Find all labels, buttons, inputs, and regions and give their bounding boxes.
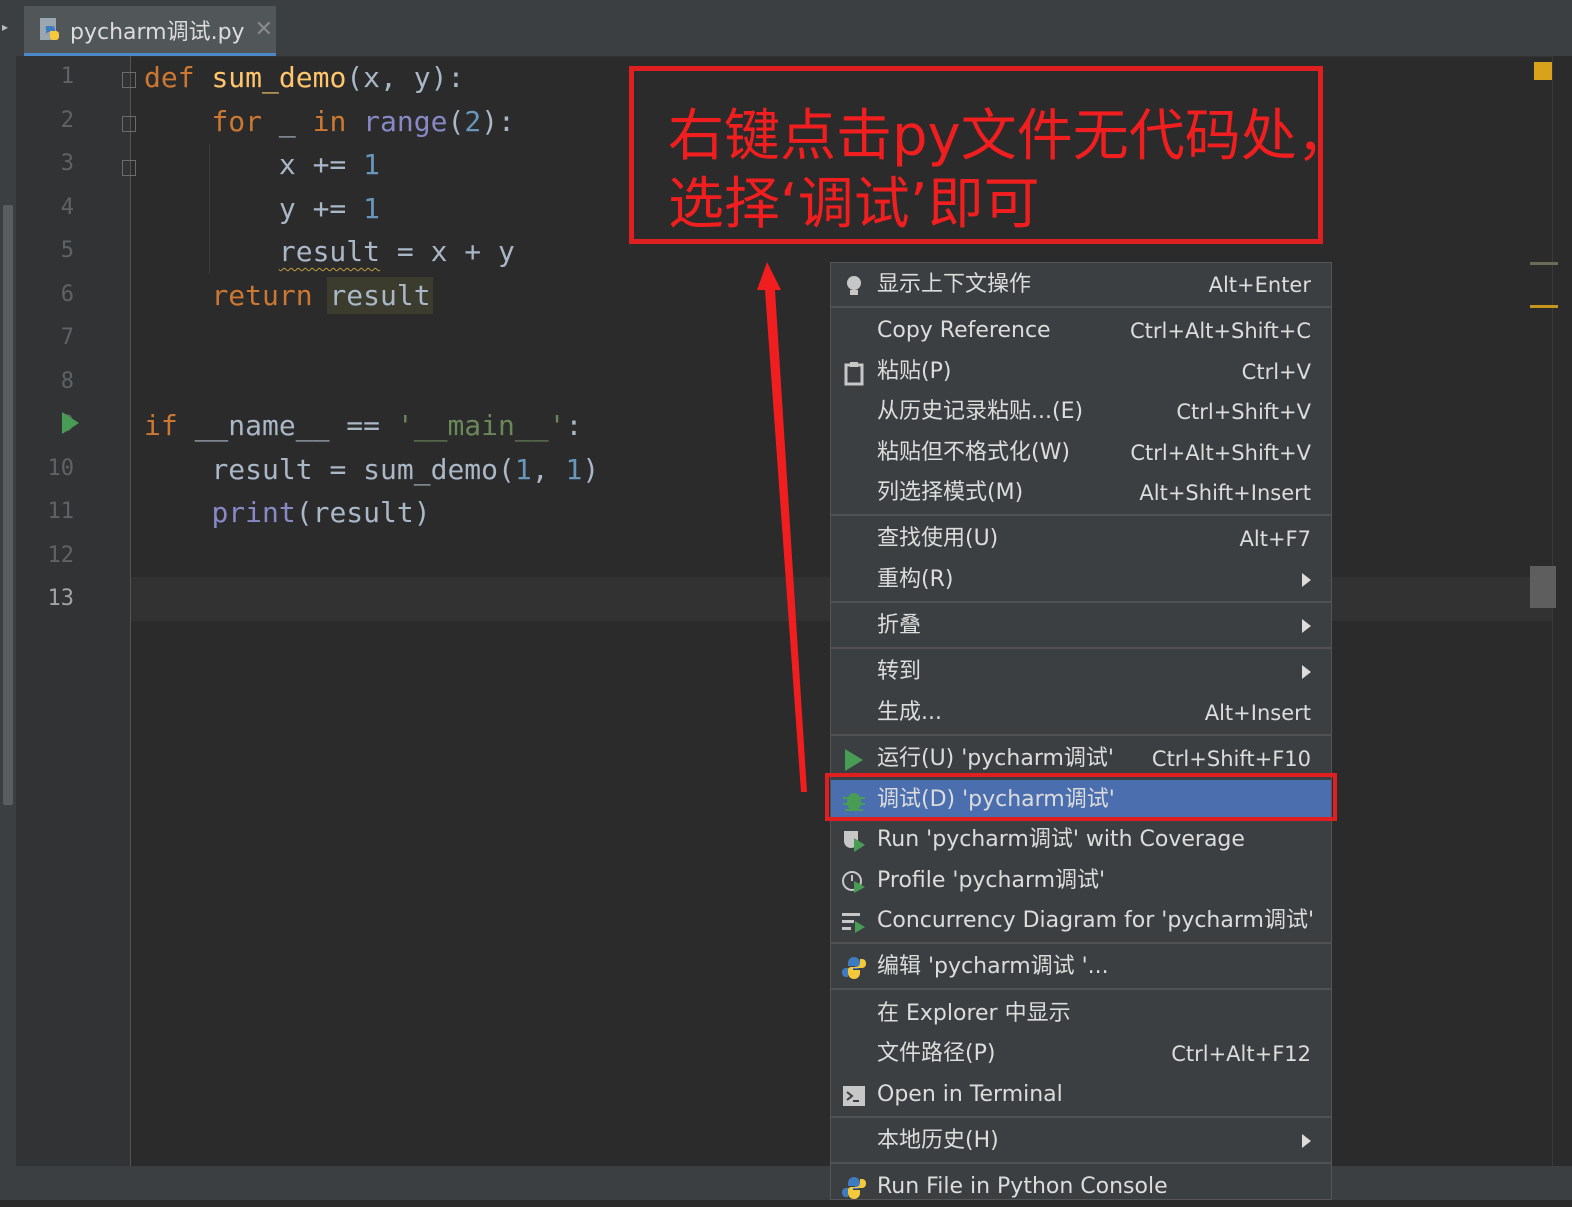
menu-item-folding[interactable]: 折叠 xyxy=(831,606,1331,646)
submenu-arrow-icon xyxy=(1302,1134,1311,1148)
menu-item-find-usages[interactable]: 查找使用(U) Alt+F7 xyxy=(831,519,1331,559)
profile-icon xyxy=(841,869,867,895)
menu-item-show-context-actions[interactable]: 显示上下文操作 Alt+Enter xyxy=(831,265,1331,305)
submenu-arrow-icon xyxy=(1302,619,1311,633)
menu-item-column-selection[interactable]: 列选择模式(M) Alt+Shift+Insert xyxy=(831,473,1331,513)
terminal-icon xyxy=(841,1083,867,1109)
annotation-arrow xyxy=(757,262,807,792)
editor-context-menu: 显示上下文操作 Alt+Enter Copy Reference Ctrl+Al… xyxy=(830,262,1332,1200)
menu-item-open-in-terminal[interactable]: Open in Terminal xyxy=(831,1075,1331,1115)
submenu-arrow-icon xyxy=(1302,665,1311,679)
annotation-highlight-box xyxy=(825,773,1337,821)
menu-separator xyxy=(831,514,1331,516)
menu-separator xyxy=(831,1162,1331,1164)
lightbulb-icon xyxy=(841,273,867,299)
menu-item-edit-configuration[interactable]: 编辑 'pycharm调试 '... xyxy=(831,947,1331,987)
menu-item-file-path[interactable]: 文件路径(P) Ctrl+Alt+F12 xyxy=(831,1034,1331,1074)
menu-item-local-history[interactable]: 本地历史(H) xyxy=(831,1121,1331,1161)
python-console-icon xyxy=(841,1175,867,1201)
menu-item-generate[interactable]: 生成... Alt+Insert xyxy=(831,693,1331,733)
menu-item-refactor[interactable]: 重构(R) xyxy=(831,560,1331,600)
menu-item-paste-from-history[interactable]: 从历史记录粘贴...(E) Ctrl+Shift+V xyxy=(831,392,1331,432)
menu-item-paste-plain[interactable]: 粘贴但不格式化(W) Ctrl+Alt+Shift+V xyxy=(831,433,1331,473)
menu-item-concurrency-diagram[interactable]: Concurrency Diagram for 'pycharm调试' xyxy=(831,901,1331,941)
menu-item-copy-reference[interactable]: Copy Reference Ctrl+Alt+Shift+C xyxy=(831,311,1331,351)
menu-item-run-with-coverage[interactable]: Run 'pycharm调试' with Coverage xyxy=(831,820,1331,860)
concurrency-icon xyxy=(841,909,867,935)
menu-separator xyxy=(831,942,1331,944)
menu-item-show-in-explorer[interactable]: 在 Explorer 中显示 xyxy=(831,994,1331,1034)
menu-item-profile[interactable]: Profile 'pycharm调试' xyxy=(831,861,1331,901)
clipboard-icon xyxy=(841,360,867,386)
menu-separator xyxy=(831,734,1331,736)
menu-separator xyxy=(831,601,1331,603)
menu-separator xyxy=(831,1116,1331,1118)
menu-separator xyxy=(831,988,1331,990)
run-icon xyxy=(841,747,867,773)
menu-item-run-file-in-console[interactable]: Run File in Python Console xyxy=(831,1167,1331,1207)
menu-separator xyxy=(831,306,1331,308)
submenu-arrow-icon xyxy=(1302,573,1311,587)
menu-item-goto[interactable]: 转到 xyxy=(831,652,1331,692)
menu-item-paste[interactable]: 粘贴(P) Ctrl+V xyxy=(831,352,1331,392)
coverage-icon xyxy=(841,828,867,854)
menu-separator xyxy=(831,647,1331,649)
python-icon xyxy=(841,955,867,981)
